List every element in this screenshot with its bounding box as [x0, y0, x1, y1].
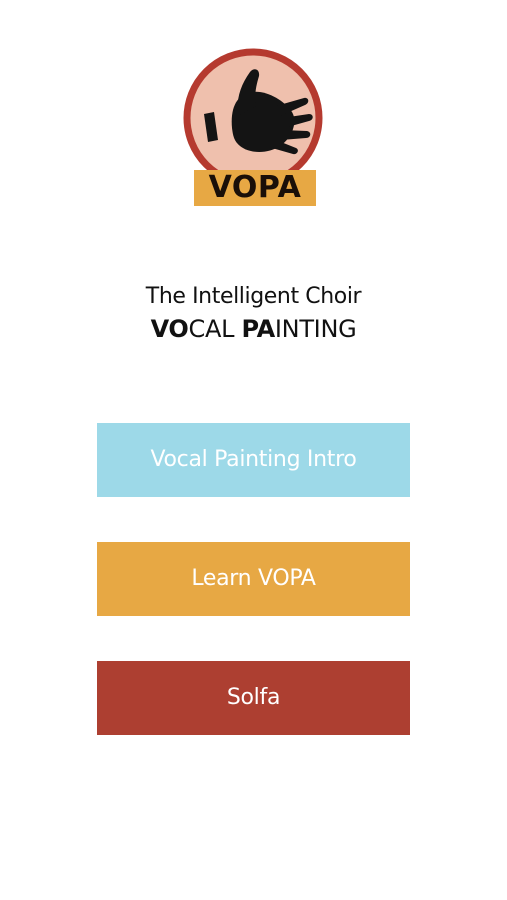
tagline-title: The Intelligent Choir: [145, 284, 362, 309]
tagline-subtitle: VOCAL PAINTING: [0, 312, 507, 346]
tagline-subtitle-part: VO: [150, 315, 189, 343]
tagline: The Intelligent Choir VOCAL PAINTING: [0, 282, 507, 346]
tagline-subtitle-part: PA: [241, 315, 276, 343]
vocal-painting-intro-button[interactable]: Vocal Painting Intro: [97, 423, 410, 497]
tagline-subtitle-part: CAL: [188, 315, 242, 343]
app-logo: VOPA: [180, 46, 326, 210]
tagline-subtitle-part: INTING: [274, 315, 357, 343]
logo-text: VOPA: [194, 170, 316, 206]
solfa-button[interactable]: Solfa: [97, 661, 410, 735]
learn-vopa-button[interactable]: Learn VOPA: [97, 542, 410, 616]
